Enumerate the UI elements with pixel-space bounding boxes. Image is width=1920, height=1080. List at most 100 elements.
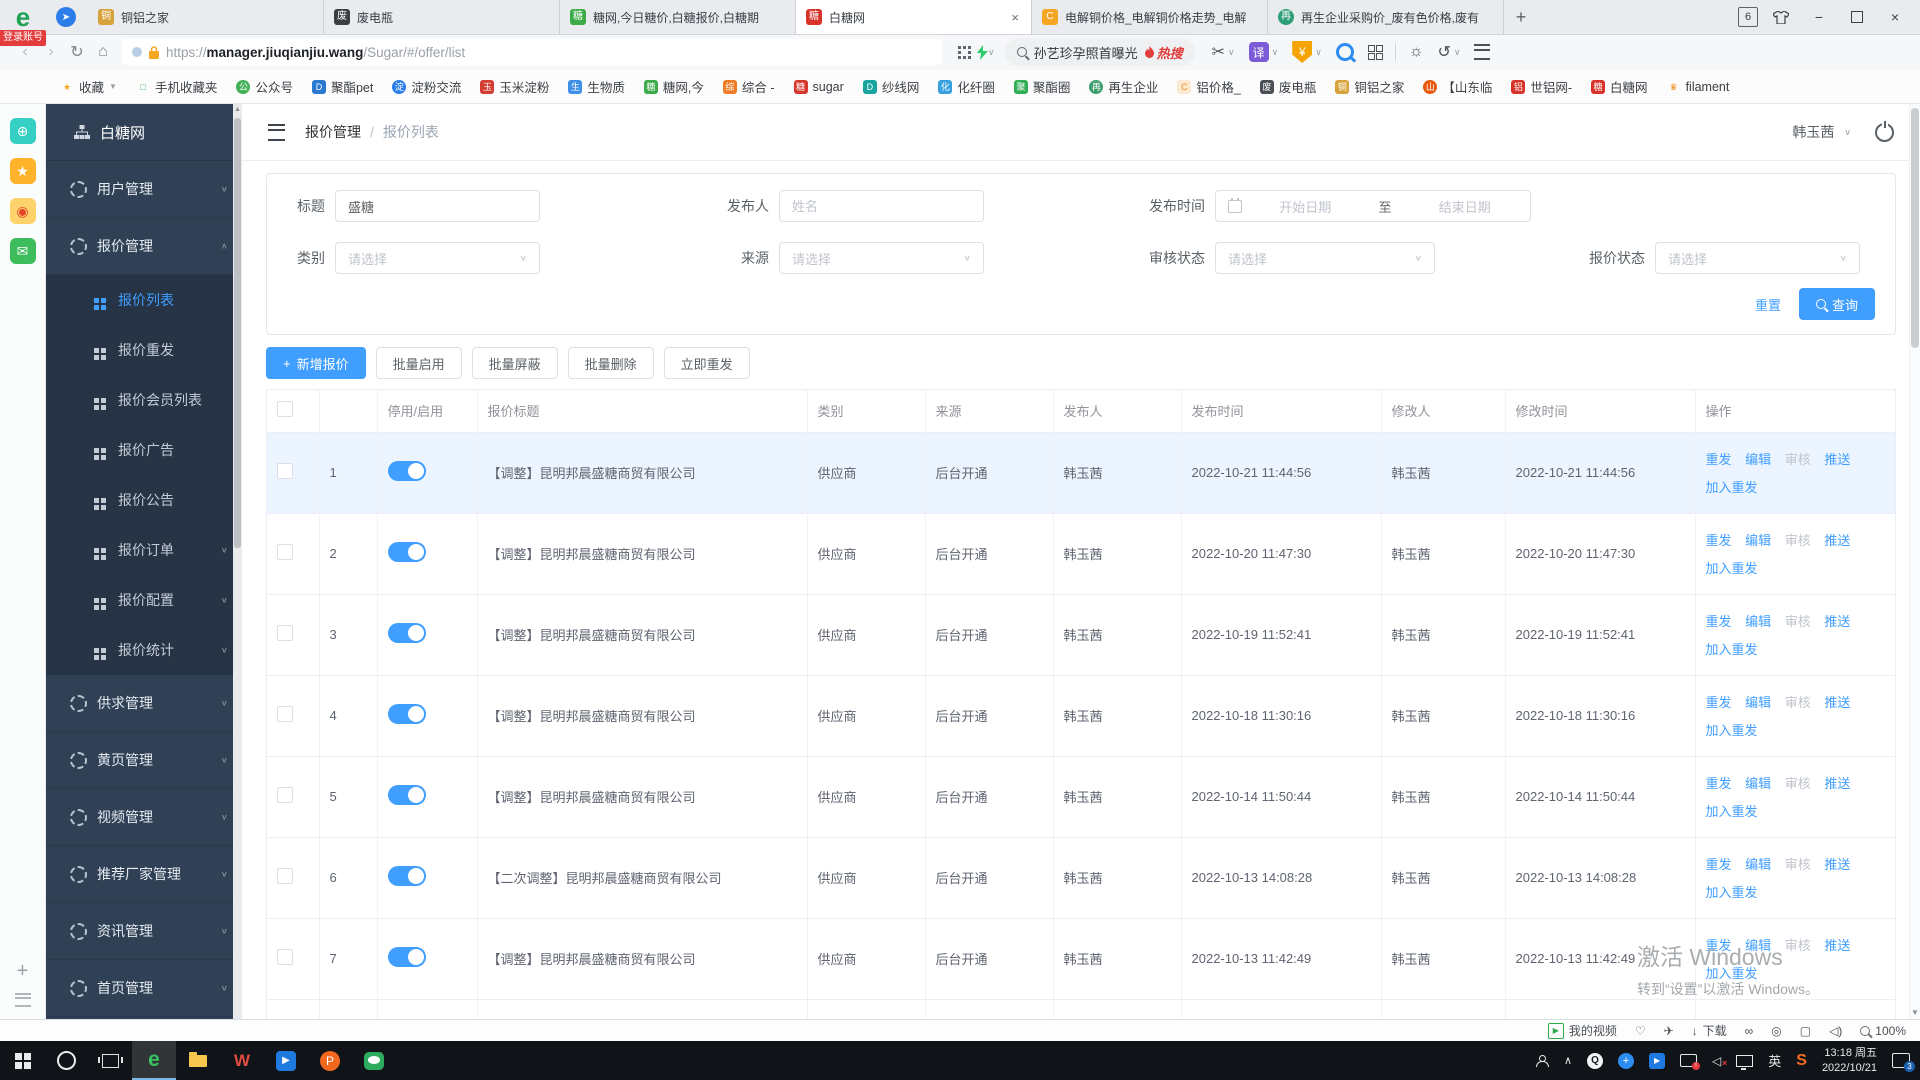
hot-search-box[interactable]: 孙艺珍孕照首曝光 热搜 bbox=[1005, 38, 1195, 66]
bookmark-item[interactable]: □ 手机收藏夹 ▼ bbox=[136, 77, 218, 96]
sidebar-menu-item[interactable]: 报价公告 bbox=[46, 475, 242, 525]
edit-link[interactable]: 编辑 bbox=[1745, 452, 1771, 467]
zoom-control[interactable]: 100% bbox=[1860, 1024, 1906, 1038]
offer-status-select[interactable]: 请选择∨ bbox=[1655, 242, 1860, 274]
resend-link[interactable]: 重发 bbox=[1706, 695, 1732, 710]
sidebar-menu-item[interactable]: 首页管理 ∨ bbox=[46, 960, 242, 1017]
end-date-placeholder[interactable]: 结束日期 bbox=[1412, 197, 1519, 216]
sidebar-menu-item[interactable]: 视频管理 ∨ bbox=[46, 789, 242, 846]
screenshot-scissors-icon[interactable]: ✂∨ bbox=[1212, 42, 1235, 62]
maximize-button[interactable] bbox=[1842, 4, 1872, 30]
publisher-filter-input[interactable] bbox=[779, 190, 984, 222]
wallet-shield-icon[interactable]: ¥∨ bbox=[1292, 41, 1322, 63]
row-checkbox[interactable] bbox=[277, 949, 293, 965]
title-filter-input[interactable] bbox=[335, 190, 540, 222]
notification-center-icon[interactable]: 3 bbox=[1892, 1053, 1910, 1068]
enable-toggle[interactable] bbox=[388, 623, 426, 643]
qr-code-icon[interactable] bbox=[958, 46, 971, 59]
row-checkbox[interactable] bbox=[277, 787, 293, 803]
close-button[interactable]: × bbox=[1880, 4, 1910, 30]
task-view-icon[interactable] bbox=[88, 1041, 132, 1080]
navigation-compass-icon[interactable]: ➤ bbox=[56, 7, 76, 27]
people-icon[interactable] bbox=[1535, 1055, 1549, 1066]
tab-count-badge[interactable]: 6 bbox=[1738, 7, 1758, 27]
sidebar-menu-item[interactable]: 资讯管理 ∨ bbox=[46, 903, 242, 960]
row-checkbox[interactable] bbox=[277, 868, 293, 884]
push-link[interactable]: 推送 bbox=[1824, 452, 1850, 467]
row-checkbox[interactable] bbox=[277, 625, 293, 641]
resend-link[interactable]: 重发 bbox=[1706, 938, 1732, 953]
bookmark-item[interactable]: 山 【山东临 ▼ bbox=[1423, 77, 1492, 96]
sidebar-menu-item[interactable]: 报价广告 bbox=[46, 425, 242, 475]
sidebar-menu-item[interactable]: 供求管理 ∨ bbox=[46, 675, 242, 732]
tab-close-icon[interactable]: × bbox=[1009, 10, 1021, 25]
bookmark-item[interactable]: 糖 白糖网 ▼ bbox=[1591, 77, 1648, 96]
sogou-input-icon[interactable]: S bbox=[1796, 1052, 1807, 1070]
bookmark-item[interactable]: 化 化纤圈 ▼ bbox=[938, 77, 995, 96]
pointer-tray-icon[interactable]: ▶ bbox=[1649, 1053, 1665, 1069]
network-monitor-icon[interactable] bbox=[1736, 1055, 1753, 1067]
edit-link[interactable]: 编辑 bbox=[1745, 533, 1771, 548]
hidden-icons-chevron[interactable]: ∧ bbox=[1564, 1054, 1572, 1067]
refresh-icon[interactable]: ↻ bbox=[64, 39, 90, 65]
add-resend-link[interactable]: 加入重发 bbox=[1706, 966, 1758, 981]
content-scroll-thumb[interactable] bbox=[1911, 108, 1919, 348]
boost-rocket-icon[interactable]: ✈ bbox=[1664, 1024, 1674, 1038]
sidebar-scrollbar[interactable]: ▲ bbox=[233, 104, 242, 1019]
scroll-up-icon[interactable]: ▲ bbox=[233, 106, 242, 113]
taskbar-clock[interactable]: 13:18 周五2022/10/21 bbox=[1822, 1046, 1877, 1076]
enable-toggle[interactable] bbox=[388, 461, 426, 481]
home-icon[interactable]: ⌂ bbox=[90, 39, 116, 65]
dock-app-icon[interactable]: ◉ bbox=[10, 198, 36, 224]
date-range-picker[interactable]: 开始日期 至 结束日期 bbox=[1215, 190, 1531, 222]
health-heart-icon[interactable]: ♡ bbox=[1635, 1024, 1646, 1038]
add-offer-button[interactable]: +新增报价 bbox=[266, 347, 366, 379]
window-split-icon[interactable]: ▢ bbox=[1800, 1024, 1811, 1038]
add-resend-link[interactable]: 加入重发 bbox=[1706, 561, 1758, 576]
push-link[interactable]: 推送 bbox=[1824, 776, 1850, 791]
push-link[interactable]: 推送 bbox=[1824, 857, 1850, 872]
sidebar-menu-item[interactable]: 报价重发 bbox=[46, 325, 242, 375]
menu-hamburger-icon[interactable] bbox=[1474, 44, 1490, 60]
eye-care-icon[interactable]: ◎ bbox=[1771, 1024, 1781, 1038]
night-mode-icon[interactable]: ☼ bbox=[1409, 43, 1424, 61]
sidebar-menu-item[interactable]: 黄页管理 ∨ bbox=[46, 732, 242, 789]
pc-manager-tray-icon[interactable]: + bbox=[1618, 1053, 1634, 1069]
add-resend-link[interactable]: 加入重发 bbox=[1706, 642, 1758, 657]
translate-icon[interactable]: 译∨ bbox=[1249, 42, 1279, 62]
sidebar-brand[interactable]: 白糖网 bbox=[46, 104, 242, 161]
dock-app-icon[interactable]: ⊕ bbox=[10, 118, 36, 144]
push-link[interactable]: 推送 bbox=[1824, 695, 1850, 710]
edit-link[interactable]: 编辑 bbox=[1745, 857, 1771, 872]
potplayer-icon[interactable]: P bbox=[308, 1041, 352, 1080]
batch-delete-button[interactable]: 批量删除 bbox=[568, 347, 654, 379]
audit-status-select[interactable]: 请选择∨ bbox=[1215, 242, 1435, 274]
breadcrumb-parent[interactable]: 报价管理 bbox=[305, 122, 361, 142]
bookmark-item[interactable]: 聚 聚酯圈 ▼ bbox=[1014, 77, 1071, 96]
batch-enable-button[interactable]: 批量启用 bbox=[376, 347, 462, 379]
resend-link[interactable]: 重发 bbox=[1706, 452, 1732, 467]
sidebar-menu-item[interactable]: 推荐厂家管理 ∨ bbox=[46, 846, 242, 903]
content-scrollbar[interactable]: ▼ bbox=[1909, 104, 1920, 1019]
add-resend-link[interactable]: 加入重发 bbox=[1706, 804, 1758, 819]
sidebar-menu-item[interactable]: 报价管理 ∧ bbox=[46, 218, 242, 275]
bookmark-item[interactable]: 生 生物质 ▼ bbox=[568, 77, 625, 96]
collapse-sidebar-icon[interactable] bbox=[268, 124, 285, 141]
login-account-badge[interactable]: 登录账号 bbox=[0, 30, 46, 46]
resend-link[interactable]: 重发 bbox=[1706, 614, 1732, 629]
row-checkbox[interactable] bbox=[277, 706, 293, 722]
url-field[interactable]: https://manager.jiuqianjiu.wang/Sugar/#/… bbox=[122, 39, 942, 65]
push-link[interactable]: 推送 bbox=[1824, 614, 1850, 629]
add-resend-link[interactable]: 加入重发 bbox=[1706, 723, 1758, 738]
wechat-icon[interactable] bbox=[352, 1041, 396, 1080]
speaker-icon[interactable]: ◁) bbox=[1829, 1024, 1842, 1038]
sidebar-menu-item[interactable]: 报价会员列表 bbox=[46, 375, 242, 425]
edit-link[interactable]: 编辑 bbox=[1745, 776, 1771, 791]
bookmark-item[interactable]: 淀 淀粉交流 ▼ bbox=[392, 77, 461, 96]
bookmark-item[interactable]: D 纱线网 ▼ bbox=[863, 77, 920, 96]
minimize-button[interactable]: − bbox=[1804, 4, 1834, 30]
blue-app-icon[interactable]: ▶ bbox=[264, 1041, 308, 1080]
batch-hide-button[interactable]: 批量屏蔽 bbox=[472, 347, 558, 379]
select-all-checkbox[interactable] bbox=[277, 401, 293, 417]
reset-button[interactable]: 重置 bbox=[1755, 295, 1781, 314]
